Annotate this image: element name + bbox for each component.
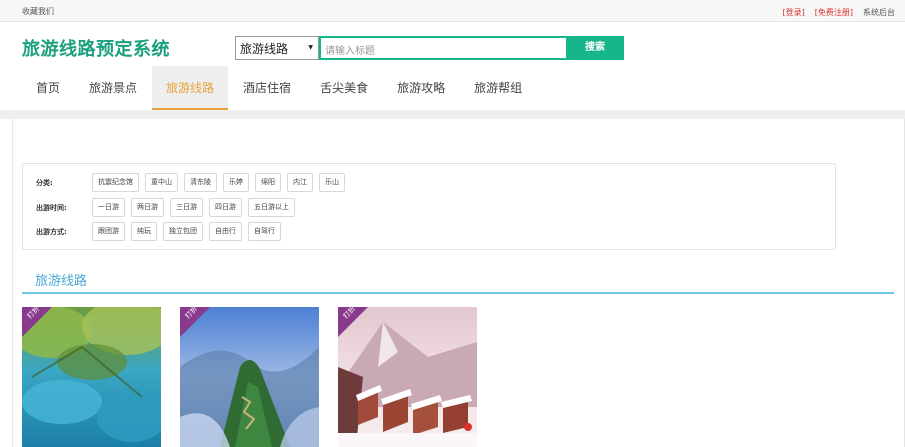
login-link[interactable]: [登录] xyxy=(783,7,805,18)
filter-tag[interactable]: 纯玩 xyxy=(131,222,157,241)
filter-tag[interactable]: 绵阳 xyxy=(255,173,281,192)
chevron-down-icon: ▼ xyxy=(308,44,313,51)
filter-tag[interactable]: 自由行 xyxy=(209,222,242,241)
search-bar: 旅游线路 ▼ 请输入标题 搜索 xyxy=(235,36,624,60)
register-link[interactable]: [免费注册] xyxy=(815,7,853,18)
favorite-link[interactable]: 收藏我们 xyxy=(22,6,54,17)
filter-tag[interactable]: 独立包团 xyxy=(163,222,203,241)
site-logo[interactable]: 旅游线路预定系统 xyxy=(22,35,170,61)
filter-label-mode: 出游方式: xyxy=(36,227,67,236)
filter-tag[interactable]: 四日游 xyxy=(209,198,242,217)
nav-item-guides[interactable]: 旅游攻略 xyxy=(383,66,459,110)
nav-item-scenic-spots[interactable]: 旅游景点 xyxy=(75,66,151,110)
top-links: [登录] [免费注册] 系统后台 xyxy=(783,7,896,18)
search-button[interactable]: 搜索 xyxy=(566,36,624,60)
nav-divider xyxy=(0,110,905,119)
search-category-select[interactable]: 旅游线路 ▼ xyxy=(235,36,319,60)
filter-tag[interactable]: 清东陵 xyxy=(184,173,217,192)
filter-row-time: 出游时间: 一日游 两日游 三日游 四日游 五日游以上 xyxy=(36,198,301,217)
filter-tag[interactable]: 乐山 xyxy=(319,173,345,192)
nav-item-home[interactable]: 首页 xyxy=(22,66,74,110)
section-title: 旅游线路 xyxy=(35,274,88,289)
filter-tag[interactable]: 自驾行 xyxy=(248,222,281,241)
filter-label-time: 出游时间: xyxy=(36,203,67,212)
route-card[interactable]: 打折 xyxy=(22,307,161,447)
filter-tag[interactable]: 三日游 xyxy=(170,198,203,217)
filter-tag[interactable]: 一日游 xyxy=(92,198,125,217)
admin-link[interactable]: 系统后台 xyxy=(863,7,895,18)
nav-item-help[interactable]: 旅游帮组 xyxy=(460,66,536,110)
search-input[interactable]: 请输入标题 xyxy=(319,36,566,60)
nav-item-hotels[interactable]: 酒店住宿 xyxy=(229,66,305,110)
filter-label-category: 分类: xyxy=(36,178,53,187)
route-card[interactable]: 打折 xyxy=(180,307,319,447)
nav-item-travel-routes[interactable]: 旅游线路 xyxy=(152,66,229,110)
filter-tag[interactable]: 跟团游 xyxy=(92,222,125,241)
filter-row-category: 分类: 抗震纪念馆 童中山 清东陵 乐婷 绵阳 内江 乐山 xyxy=(36,173,351,192)
main-nav: 首页 旅游景点 旅游线路 酒店住宿 舌尖美食 旅游攻略 旅游帮组 xyxy=(22,66,537,110)
filter-tag[interactable]: 五日游以上 xyxy=(248,198,295,217)
filter-row-mode: 出游方式: 跟团游 纯玩 独立包团 自由行 自驾行 xyxy=(36,222,287,241)
filter-tag[interactable]: 童中山 xyxy=(145,173,178,192)
search-category-value: 旅游线路 xyxy=(240,42,289,56)
filter-tag[interactable]: 乐婷 xyxy=(223,173,249,192)
top-bar: 收藏我们 [登录] [免费注册] 系统后台 xyxy=(0,0,905,22)
filter-panel: 分类: 抗震纪念馆 童中山 清东陵 乐婷 绵阳 内江 乐山 出游时间: 一日游 … xyxy=(22,163,836,250)
filter-tag[interactable]: 抗震纪念馆 xyxy=(92,173,139,192)
section-divider xyxy=(22,292,894,294)
nav-item-food[interactable]: 舌尖美食 xyxy=(306,66,382,110)
filter-tag[interactable]: 内江 xyxy=(287,173,313,192)
filter-tag[interactable]: 两日游 xyxy=(131,198,164,217)
route-card[interactable]: 打折 xyxy=(338,307,477,447)
